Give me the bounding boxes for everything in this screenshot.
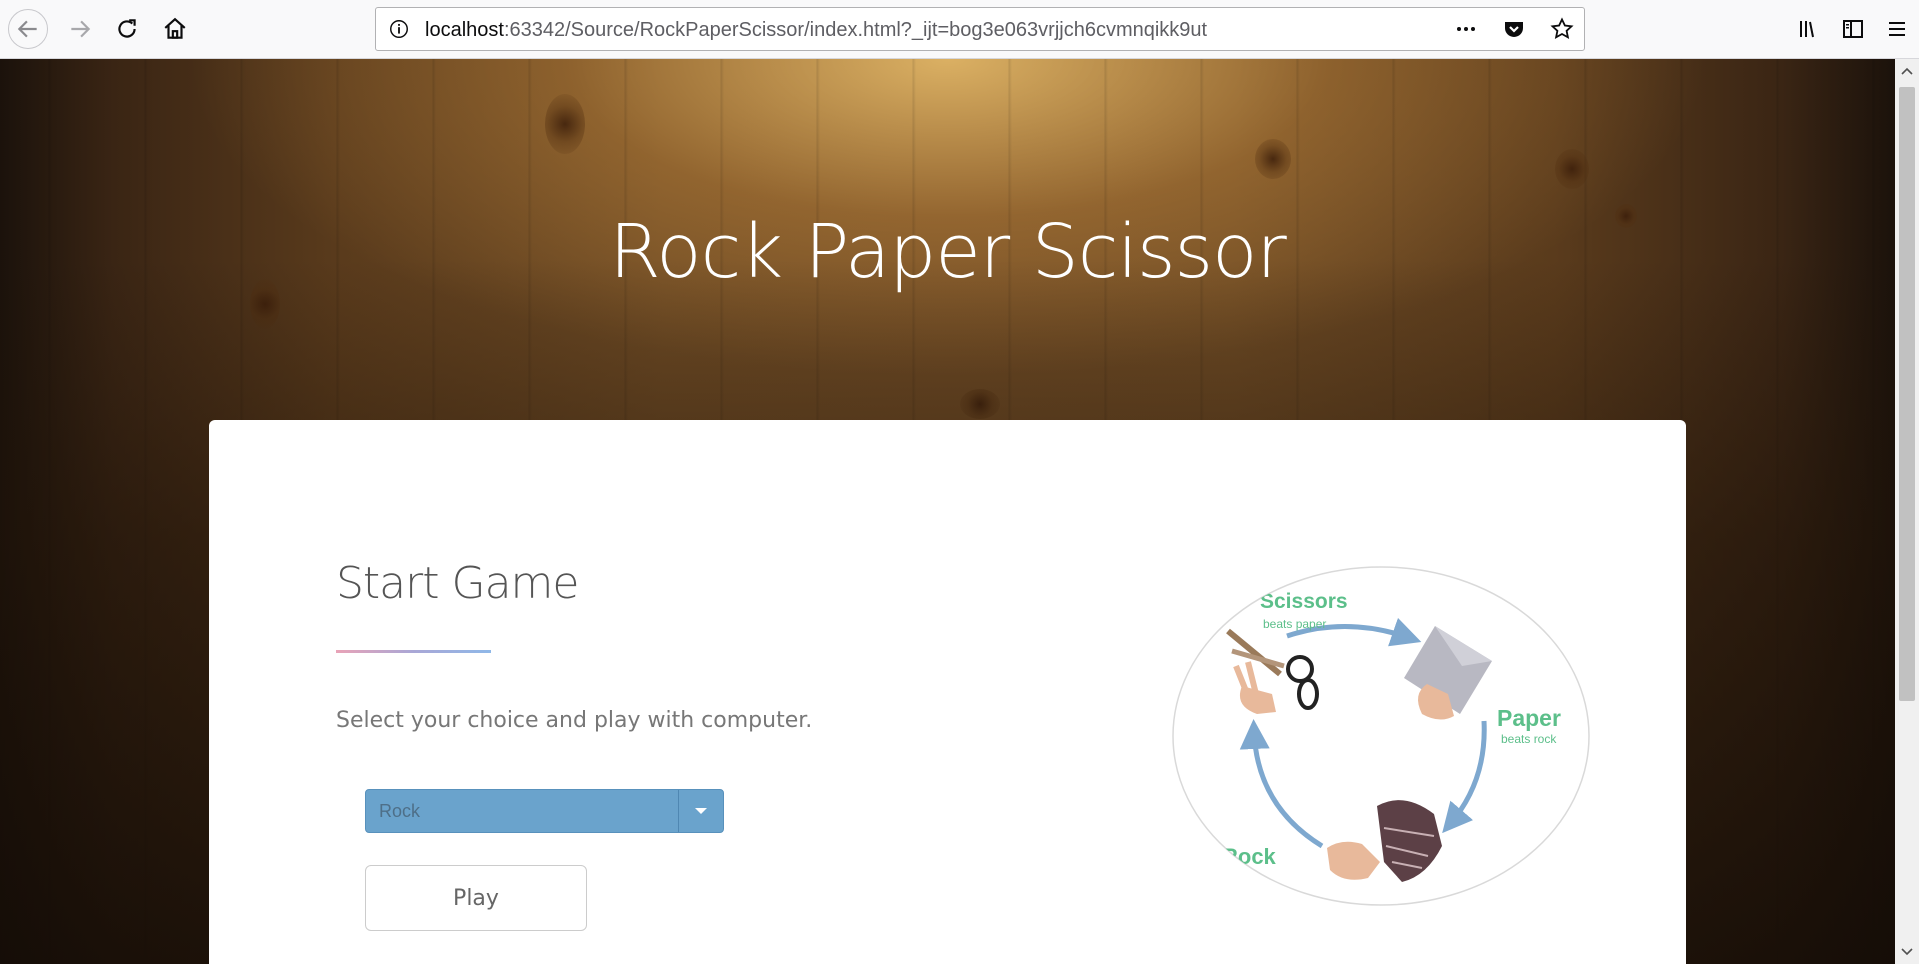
forward-arrow-icon bbox=[71, 20, 91, 38]
card-title: Start Game bbox=[336, 558, 579, 609]
more-icon[interactable] bbox=[1452, 15, 1480, 43]
back-arrow-icon bbox=[17, 20, 37, 38]
title-divider bbox=[336, 650, 491, 653]
back-button[interactable] bbox=[8, 9, 48, 49]
sidebar-icon[interactable] bbox=[1831, 9, 1875, 49]
url-path: :63342/Source/RockPaperScissor/index.htm… bbox=[503, 19, 1208, 41]
scrollbar-thumb[interactable] bbox=[1899, 87, 1915, 701]
chevron-down-icon bbox=[1901, 948, 1913, 956]
url-host: localhost bbox=[425, 19, 504, 41]
wood-knot bbox=[1555, 149, 1589, 189]
rock-label: Rock bbox=[1222, 844, 1277, 869]
chevron-down-icon bbox=[695, 808, 707, 814]
home-icon bbox=[164, 17, 186, 39]
home-button[interactable] bbox=[155, 9, 195, 49]
library-icon[interactable] bbox=[1787, 9, 1831, 49]
rock-paper-scissors-diagram: Scissors beats paper Paper beats rock Ro… bbox=[1172, 566, 1590, 906]
pocket-icon[interactable] bbox=[1500, 15, 1528, 43]
scroll-up-button[interactable] bbox=[1895, 59, 1919, 83]
choice-select[interactable]: Rock bbox=[365, 789, 724, 833]
select-caret-button[interactable] bbox=[678, 790, 723, 832]
choice-select-value: Rock bbox=[379, 801, 421, 821]
wood-knot bbox=[545, 94, 585, 154]
forward-button[interactable] bbox=[60, 9, 100, 49]
page-scrollbar[interactable] bbox=[1895, 59, 1919, 964]
game-card: Start Game Select your choice and play w… bbox=[209, 420, 1686, 964]
info-icon[interactable] bbox=[388, 18, 410, 40]
scissors-sublabel: beats paper bbox=[1263, 617, 1326, 631]
card-description: Select your choice and play with compute… bbox=[336, 708, 813, 733]
scissors-label: Scissors bbox=[1260, 590, 1348, 613]
page-title: Rock Paper Scissor bbox=[609, 209, 1287, 295]
chevron-up-icon bbox=[1901, 67, 1913, 75]
page-viewport: Rock Paper Scissor Start Game Select you… bbox=[0, 59, 1895, 964]
url-bar[interactable]: localhost:63342/Source/RockPaperScissor/… bbox=[375, 7, 1585, 51]
paper-sublabel: beats rock bbox=[1501, 732, 1557, 746]
bookmark-star-icon[interactable] bbox=[1548, 15, 1576, 43]
browser-toolbar: localhost:63342/Source/RockPaperScissor/… bbox=[0, 0, 1919, 59]
wood-knot bbox=[1255, 139, 1291, 179]
play-button[interactable]: Play bbox=[365, 865, 587, 931]
paper-label: Paper bbox=[1497, 705, 1561, 731]
url-text[interactable]: localhost:63342/Source/RockPaperScissor/… bbox=[425, 19, 1207, 42]
scroll-down-button[interactable] bbox=[1895, 940, 1919, 964]
reload-button[interactable] bbox=[107, 9, 147, 49]
reload-icon bbox=[118, 19, 136, 38]
menu-icon[interactable] bbox=[1875, 9, 1919, 49]
